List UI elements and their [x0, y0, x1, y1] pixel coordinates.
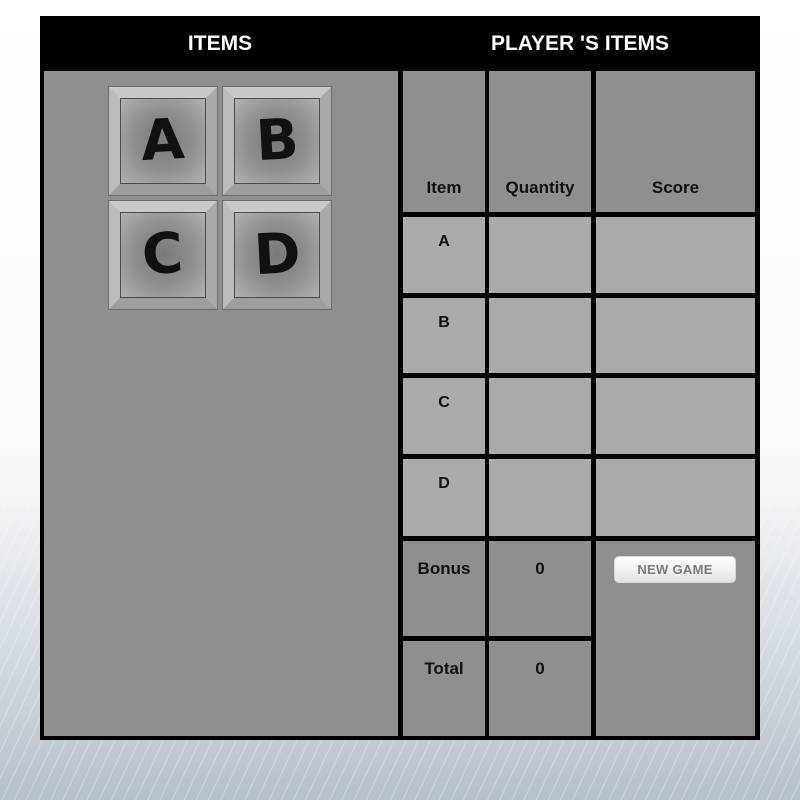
item-letter: A: [139, 106, 187, 175]
item-letter: D: [252, 220, 302, 289]
column-header-score: Score: [596, 71, 755, 212]
column-header-item: Item: [403, 71, 485, 212]
items-panel: A B C D: [44, 71, 398, 736]
item-letter: C: [140, 220, 186, 289]
row-item-b: B: [403, 298, 485, 373]
new-game-button[interactable]: NEW GAME: [614, 556, 736, 583]
bonus-label: Bonus: [403, 541, 485, 636]
actions-cell: NEW GAME: [596, 541, 755, 736]
item-tile-a[interactable]: A: [108, 86, 218, 196]
row-score-c: [596, 378, 755, 454]
row-score-d: [596, 459, 755, 536]
total-value: 0: [489, 641, 591, 736]
total-label: Total: [403, 641, 485, 736]
row-item-c: C: [403, 378, 485, 454]
items-header: ITEMS: [187, 32, 253, 55]
row-quantity-d: [489, 459, 591, 536]
item-tile-d[interactable]: D: [222, 200, 332, 310]
row-score-b: [596, 298, 755, 373]
game-board: ITEMS PLAYER 'S ITEMS A B C D Item Quant…: [40, 16, 760, 740]
row-item-a: A: [403, 217, 485, 293]
player-items-header: PLAYER 'S ITEMS: [490, 32, 670, 55]
row-item-d: D: [403, 459, 485, 536]
row-quantity-b: [489, 298, 591, 373]
column-header-quantity: Quantity: [489, 71, 591, 212]
row-quantity-a: [489, 217, 591, 293]
item-tile-b[interactable]: B: [222, 86, 332, 196]
item-tile-c[interactable]: C: [108, 200, 218, 310]
row-quantity-c: [489, 378, 591, 454]
item-letter: B: [253, 106, 300, 175]
row-score-a: [596, 217, 755, 293]
bonus-value: 0: [489, 541, 591, 636]
